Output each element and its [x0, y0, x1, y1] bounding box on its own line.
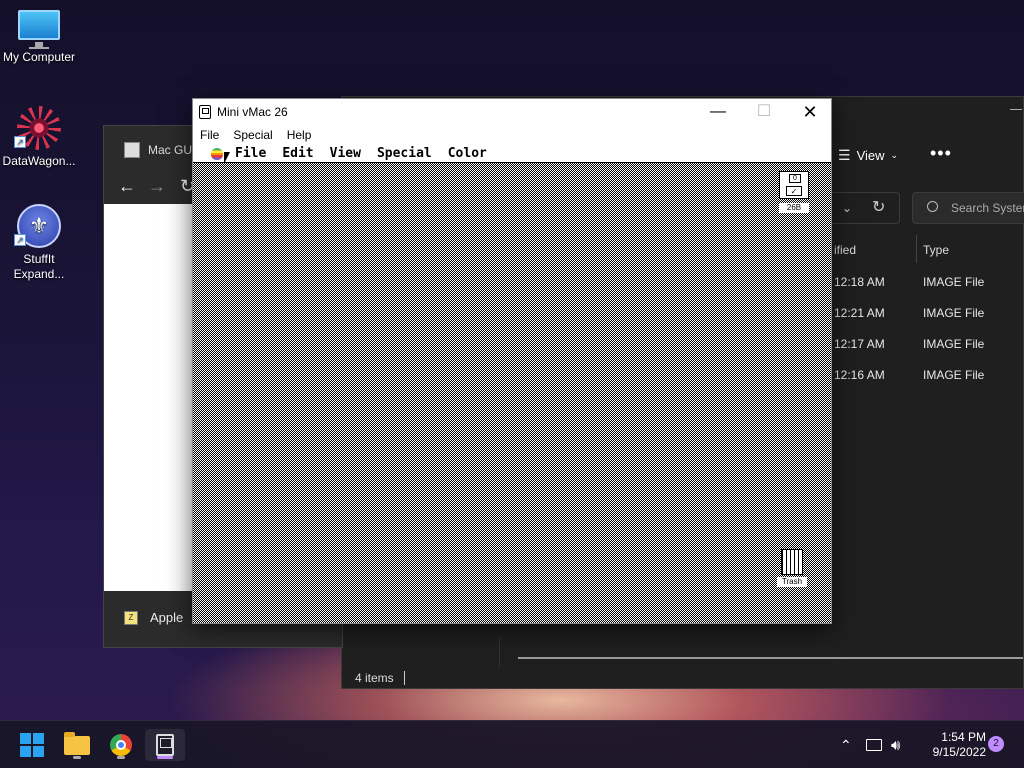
row-type: IMAGE File — [923, 337, 985, 351]
minimize-icon[interactable] — [1010, 109, 1022, 110]
tab-title: Mac GU — [148, 143, 193, 157]
volume-icon[interactable]: 🔊︎ — [891, 721, 900, 768]
list-view-icon: ☰ — [838, 147, 851, 163]
mac-menu-color[interactable]: Color — [448, 146, 487, 161]
chrome-icon — [110, 734, 132, 756]
pane-divider[interactable] — [499, 637, 500, 667]
clock-time: 1:54 PM — [941, 730, 986, 744]
close-button[interactable]: ✕ — [787, 99, 833, 125]
status-item-count: 4 items — [355, 671, 394, 685]
notification-badge[interactable]: 2 — [988, 736, 1004, 752]
mini-vmac-window[interactable]: Mini vMac 26 — ☐ ✕ File Special Help Fil… — [192, 98, 832, 624]
maximize-button[interactable]: ☐ — [741, 99, 787, 125]
row-modified: 12:16 AM — [834, 368, 885, 382]
download-item[interactable]: Z Apple — [124, 610, 183, 625]
forward-arrow-icon[interactable]: → — [148, 176, 166, 197]
row-type: IMAGE File — [923, 275, 985, 289]
row-modified: 12:21 AM — [834, 306, 885, 320]
row-type: IMAGE File — [923, 306, 985, 320]
desktop-icon-my-computer[interactable]: My Computer — [0, 10, 78, 65]
desktop-icon-label: DataWagon... — [2, 154, 76, 168]
menu-file[interactable]: File — [200, 125, 219, 145]
column-header-type[interactable]: Type — [923, 243, 949, 257]
refresh-icon[interactable]: ↻ — [872, 197, 885, 217]
chevron-down-icon: ⌄ — [890, 150, 899, 160]
file-row[interactable]: 12:21 AM IMAGE File — [834, 298, 1024, 329]
apple-menu-icon[interactable] — [211, 147, 223, 160]
file-row[interactable]: 12:16 AM IMAGE File — [834, 360, 1024, 391]
file-row[interactable]: 12:18 AM IMAGE File — [834, 267, 1024, 298]
mac-menu-view[interactable]: View — [330, 146, 361, 161]
row-type: IMAGE File — [923, 368, 985, 382]
desktop-icon-label: StuffIt Expand... — [13, 252, 65, 281]
taskbar: ⌃ 🔊︎ 1:54 PM 9/15/2022 — [0, 720, 1024, 768]
download-label: Apple — [150, 610, 184, 625]
host-menubar: File Special Help — [193, 125, 831, 145]
view-button[interactable]: ☰ View ⌄ — [838, 147, 898, 164]
tray-chevron-up-icon[interactable]: ⌃ — [840, 721, 852, 768]
row-modified: 12:18 AM — [834, 275, 885, 289]
monitor-icon — [18, 10, 60, 49]
start-button[interactable] — [12, 729, 52, 761]
windows-logo-icon — [20, 733, 44, 757]
search-icon — [927, 201, 938, 212]
shortcut-arrow-icon: ↗ — [14, 136, 26, 148]
running-indicator — [157, 756, 173, 759]
trash-icon[interactable] — [781, 549, 803, 575]
clock-date: 9/15/2022 — [932, 745, 986, 759]
chevron-down-icon[interactable]: ⌄ — [842, 201, 852, 215]
mac-menu-file[interactable]: File — [235, 146, 266, 161]
menu-help[interactable]: Help — [287, 125, 312, 145]
folder-icon — [64, 732, 90, 755]
taskbar-file-explorer[interactable] — [57, 729, 97, 761]
mac-menubar: File Edit View Special Color — [193, 145, 831, 163]
taskbar-mini-vmac[interactable] — [145, 729, 185, 761]
running-indicator — [73, 756, 81, 759]
disk-check-label: ✓ — [786, 186, 802, 196]
more-options-button[interactable]: ••• — [930, 143, 952, 164]
shortcut-arrow-icon: ↗ — [14, 234, 26, 246]
mouse-cursor-icon — [224, 152, 230, 164]
clock[interactable]: 1:54 PM 9/15/2022 — [916, 730, 986, 760]
taskbar-chrome[interactable] — [101, 729, 141, 761]
running-indicator — [117, 756, 125, 759]
desktop-icon-datawagon[interactable]: ↗ DataWagon... — [0, 106, 78, 169]
search-placeholder: Search System — [951, 201, 1024, 215]
mac-app-icon — [199, 105, 211, 119]
view-label: View — [856, 148, 885, 163]
tab-favicon-icon — [124, 142, 140, 158]
search-input[interactable]: Search System — [912, 192, 1024, 224]
disk-shutter-label: 0 — [789, 174, 801, 183]
mac-menu-special[interactable]: Special — [377, 146, 432, 161]
column-header-modified[interactable]: ified — [834, 243, 856, 257]
network-icon[interactable] — [866, 721, 882, 768]
browser-tab[interactable]: Mac GU — [124, 142, 192, 158]
trash-label: Trash — [777, 577, 807, 587]
column-divider[interactable] — [916, 235, 917, 263]
status-divider — [404, 671, 405, 685]
floppy-disk-icon[interactable]: 0 ✓ — [779, 171, 809, 199]
window-title: Mini vMac 26 — [217, 105, 288, 119]
desktop-icon-stuffit[interactable]: ⚜ ↗ StuffIt Expand... — [0, 204, 78, 282]
desktop-icon-label: My Computer — [2, 50, 76, 64]
emulator-screen[interactable]: File Edit View Special Color 0 ✓ 26B Tra… — [193, 145, 831, 623]
mini-vmac-icon — [156, 734, 174, 756]
file-row[interactable]: 12:17 AM IMAGE File — [834, 329, 1024, 360]
horizontal-scrollbar[interactable] — [518, 657, 1023, 659]
back-arrow-icon[interactable]: ← — [118, 176, 136, 197]
mac-menu-edit[interactable]: Edit — [282, 146, 313, 161]
disk-name-label: 26B — [779, 203, 809, 213]
row-modified: 12:17 AM — [834, 337, 885, 351]
menu-special[interactable]: Special — [233, 125, 272, 145]
minimize-button[interactable]: — — [695, 99, 741, 125]
archive-file-icon: Z — [124, 610, 138, 625]
